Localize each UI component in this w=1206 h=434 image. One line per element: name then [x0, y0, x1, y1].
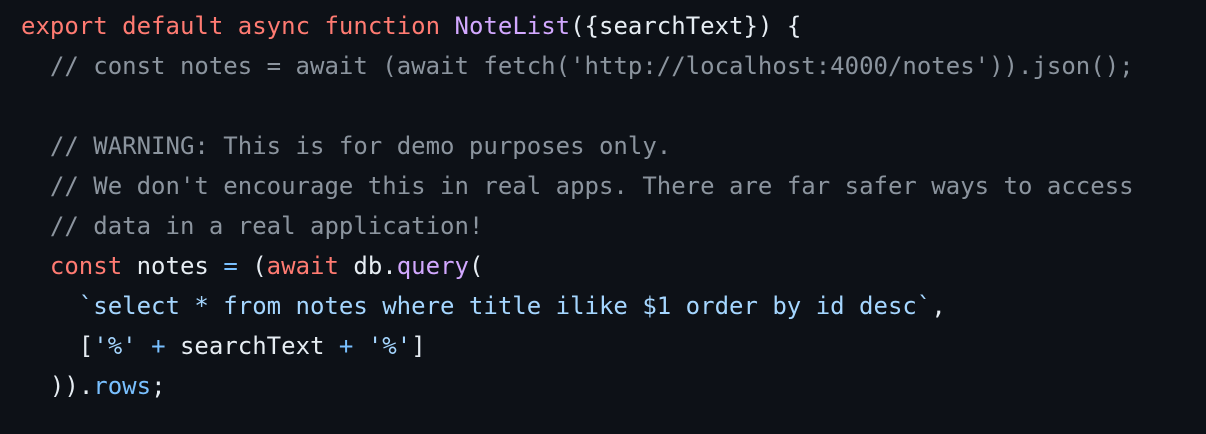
property-rows: rows: [93, 372, 152, 400]
code-line-3: // WARNING: This is for demo purposes on…: [21, 126, 1206, 166]
code-block: export default async function NoteList({…: [0, 0, 1206, 434]
array-close: ]: [411, 332, 426, 360]
call-open-paren: (: [468, 252, 484, 280]
semicolon: ;: [151, 372, 166, 400]
comment-encourage: // We don't encourage this in real apps.…: [49, 172, 1134, 200]
open-paren: (: [252, 252, 267, 280]
code-line-1: export default async function NoteList({…: [21, 6, 1206, 46]
method-query: query: [396, 252, 469, 280]
comment-warning: // WARNING: This is for demo purposes on…: [49, 132, 672, 160]
code-line-8: ['%' + searchText + '%']: [21, 326, 1206, 366]
keyword-default: default: [122, 12, 224, 40]
function-name: NoteList: [454, 12, 571, 40]
comment-data: // data in a real application!: [49, 212, 484, 240]
object-db: db: [353, 252, 383, 280]
code-line-9: )).rows;: [21, 366, 1206, 406]
dot-rows: .: [78, 372, 94, 400]
keyword-await: await: [266, 252, 339, 280]
operator-plus-2: +: [338, 332, 354, 360]
dot: .: [382, 252, 397, 280]
code-line-6: const notes = (await db.query(: [21, 246, 1206, 286]
open-brace: {: [786, 12, 802, 40]
string-percent-2: '%': [367, 332, 412, 360]
function-params: ({searchText}): [570, 12, 773, 40]
keyword-function: function: [324, 12, 441, 40]
code-line-5: // data in a real application!: [21, 206, 1206, 246]
code-line-7: `select * from notes where title ilike $…: [21, 286, 1206, 326]
keyword-export: export: [21, 12, 108, 40]
operator-plus-1: +: [151, 332, 166, 360]
sql-template-string: `select * from notes where title ilike $…: [78, 292, 932, 320]
close-parens: )): [49, 372, 79, 400]
keyword-const: const: [49, 252, 123, 280]
variable-searchtext: searchText: [179, 332, 325, 360]
code-line-2: // const notes = await (await fetch('htt…: [21, 46, 1206, 86]
array-open: [: [78, 332, 94, 360]
string-percent-1: '%': [93, 332, 137, 360]
comment-fetch: // const notes = await (await fetch('htt…: [49, 52, 1134, 80]
operator-equals: =: [223, 252, 238, 280]
keyword-async: async: [237, 12, 311, 40]
code-line-4: // We don't encourage this in real apps.…: [21, 166, 1206, 206]
variable-notes: notes: [136, 252, 209, 280]
comma: ,: [931, 292, 946, 320]
